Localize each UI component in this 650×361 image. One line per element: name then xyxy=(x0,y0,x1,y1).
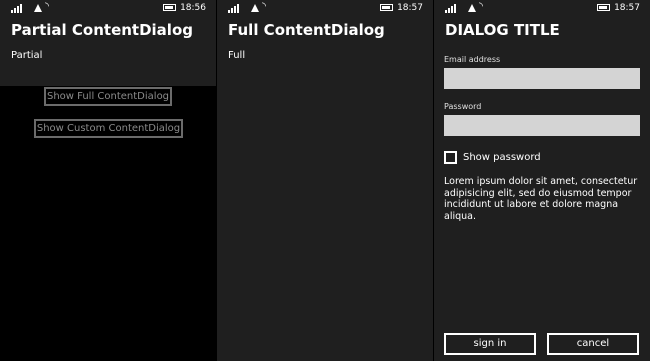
status-time: 18:56 xyxy=(180,3,206,13)
battery-icon xyxy=(380,4,393,11)
dialog-content: Partial xyxy=(11,50,43,61)
dialog-title: Partial ContentDialog xyxy=(11,21,193,39)
status-time: 18:57 xyxy=(614,3,640,13)
status-bar: ◝ 18:57 xyxy=(217,0,433,16)
password-label: Password xyxy=(444,102,482,111)
wifi-icon: ◝ xyxy=(45,1,49,12)
password-field[interactable] xyxy=(444,115,640,136)
status-bar: ◝ 18:56 xyxy=(0,0,216,16)
dialog-body-text: Lorem ipsum dolor sit amet, consectetur … xyxy=(444,176,638,222)
show-password-checkbox[interactable] xyxy=(444,151,457,164)
status-time: 18:57 xyxy=(397,3,423,13)
cancel-button[interactable]: cancel xyxy=(547,333,639,355)
network-icon xyxy=(251,4,259,12)
custom-dialog-screen: ◝ 18:57 DIALOG TITLE Email address Passw… xyxy=(434,0,650,361)
battery-icon xyxy=(597,4,610,11)
signal-icon xyxy=(228,4,244,13)
partial-dialog-screen: ◝ 18:56 Partial ContentDialog Partial Sh… xyxy=(0,0,216,361)
dialog-content: Full xyxy=(228,50,246,61)
dialog-title: DIALOG TITLE xyxy=(445,21,560,39)
signal-icon xyxy=(11,4,27,13)
sign-in-button[interactable]: sign in xyxy=(444,333,536,355)
email-label: Email address xyxy=(444,55,501,64)
show-password-label[interactable]: Show password xyxy=(463,152,541,163)
full-dialog-screen: ◝ 18:57 Full ContentDialog Full xyxy=(217,0,433,361)
status-bar: ◝ 18:57 xyxy=(434,0,650,16)
signal-icon xyxy=(445,4,461,13)
network-icon xyxy=(468,4,476,12)
wifi-icon: ◝ xyxy=(479,1,483,12)
dialog-title: Full ContentDialog xyxy=(228,21,385,39)
battery-icon xyxy=(163,4,176,11)
network-icon xyxy=(34,4,42,12)
show-custom-dialog-button[interactable]: Show Custom ContentDialog xyxy=(34,119,183,138)
email-field[interactable] xyxy=(444,68,640,89)
wifi-icon: ◝ xyxy=(262,1,266,12)
show-full-dialog-button[interactable]: Show Full ContentDialog xyxy=(44,87,172,106)
